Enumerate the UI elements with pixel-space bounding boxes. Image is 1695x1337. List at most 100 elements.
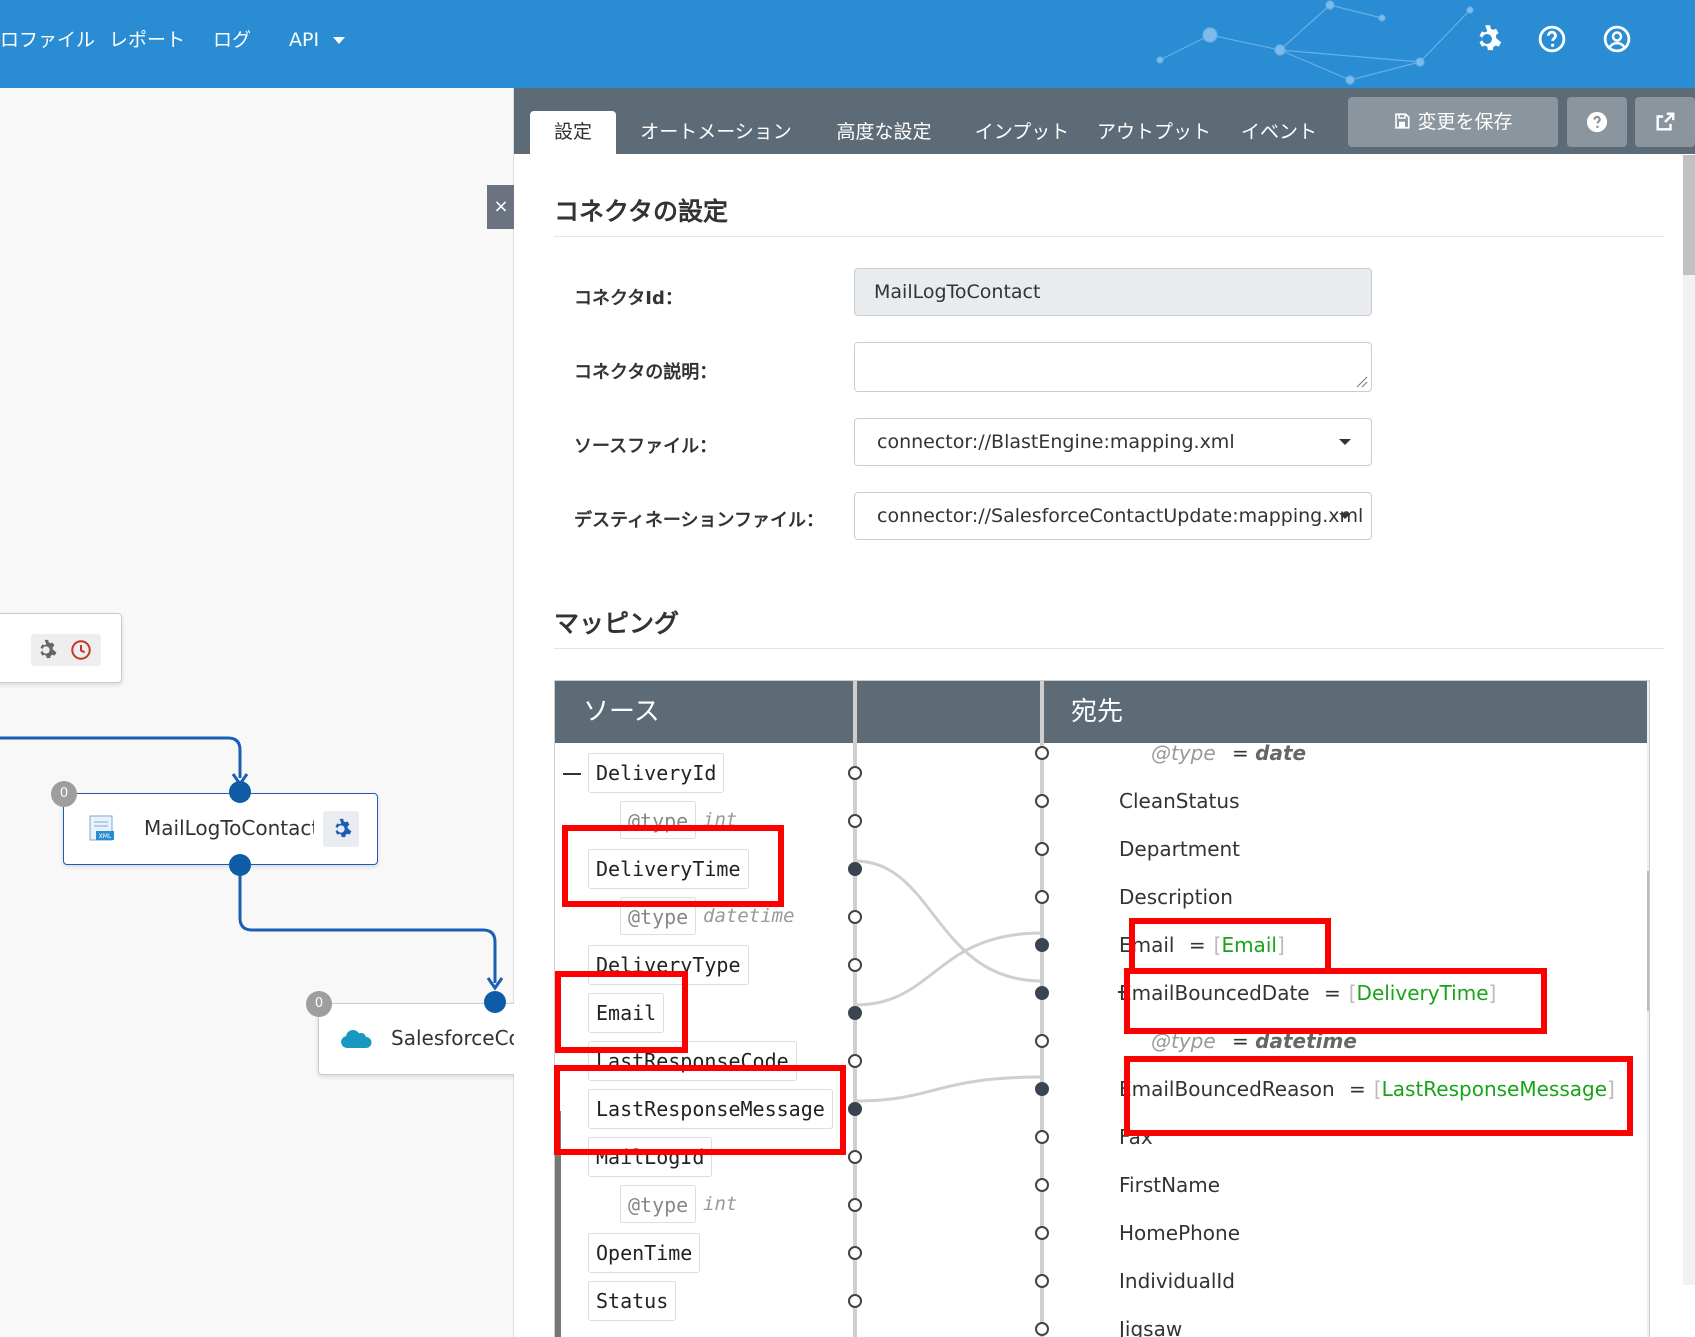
tab-automation[interactable]: オートメーション bbox=[636, 111, 796, 154]
tab-input[interactable]: インプット bbox=[970, 111, 1074, 154]
flow-node-maillogtocontact[interactable]: XML MailLogToContact bbox=[63, 793, 378, 865]
help-button[interactable] bbox=[1567, 97, 1627, 147]
source-file-select[interactable]: connector://BlastEngine:mapping.xml bbox=[854, 418, 1372, 466]
destination-file-label: デスティネーションファイル： bbox=[574, 510, 825, 531]
mapping-heading: マッピング bbox=[554, 609, 680, 638]
destination-file-select[interactable]: connector://SalesforceContactUpdate:mapp… bbox=[854, 492, 1372, 540]
source-port[interactable] bbox=[848, 1054, 862, 1068]
dest-port[interactable] bbox=[1035, 938, 1049, 952]
connector-id-field[interactable]: MailLogToContact bbox=[854, 268, 1372, 316]
flow-node-partial[interactable] bbox=[0, 613, 122, 683]
mapping-scrollbar-thumb[interactable] bbox=[1647, 871, 1649, 1011]
dest-port[interactable] bbox=[1035, 1034, 1049, 1048]
node-badge: 0 bbox=[51, 781, 77, 807]
node-badge: 0 bbox=[306, 991, 332, 1017]
help-icon[interactable] bbox=[1537, 24, 1567, 54]
dest-node-firstname[interactable]: FirstName bbox=[1119, 1173, 1220, 1197]
source-port[interactable] bbox=[848, 814, 862, 828]
highlight-box bbox=[562, 825, 784, 907]
source-port[interactable] bbox=[848, 1006, 862, 1020]
dest-port[interactable] bbox=[1035, 1082, 1049, 1096]
node-settings-button[interactable] bbox=[323, 811, 359, 847]
external-link-icon bbox=[1656, 112, 1675, 131]
source-type-attr[interactable]: @type bbox=[620, 1185, 697, 1223]
source-port[interactable] bbox=[848, 766, 862, 780]
source-node-deliveryid[interactable]: DeliveryId bbox=[588, 753, 725, 793]
highlight-box bbox=[1124, 968, 1547, 1034]
dest-port[interactable] bbox=[1035, 1226, 1049, 1240]
help-icon bbox=[1586, 111, 1608, 133]
chevron-down-icon bbox=[1339, 513, 1351, 519]
dest-port[interactable] bbox=[1035, 1274, 1049, 1288]
source-type-value: int bbox=[703, 1193, 738, 1215]
source-port[interactable] bbox=[848, 1102, 862, 1116]
input-port[interactable] bbox=[484, 991, 506, 1013]
source-type-value: datetime bbox=[703, 905, 795, 927]
tab-events[interactable]: イベント bbox=[1234, 111, 1324, 154]
source-port[interactable] bbox=[848, 958, 862, 972]
dest-node-cleanstatus[interactable]: CleanStatus bbox=[1119, 789, 1240, 813]
tab-settings[interactable]: 設定 bbox=[530, 111, 616, 154]
source-port[interactable] bbox=[848, 910, 862, 924]
resize-handle-icon[interactable] bbox=[1356, 376, 1368, 388]
nav-log[interactable]: ログ bbox=[213, 0, 251, 88]
save-button[interactable]: 変更を保存 bbox=[1348, 97, 1558, 147]
highlight-box bbox=[1129, 918, 1331, 974]
nav-profile[interactable]: ロファイル bbox=[0, 0, 95, 88]
input-port[interactable] bbox=[229, 781, 251, 803]
gear-icon[interactable] bbox=[1472, 24, 1502, 54]
tab-output[interactable]: アウトプット bbox=[1094, 111, 1214, 154]
dest-node-department[interactable]: Department bbox=[1119, 837, 1240, 861]
dest-port[interactable] bbox=[1035, 1178, 1049, 1192]
highlight-box bbox=[554, 1065, 846, 1155]
flow-node-salesforce[interactable]: SalesforceCo... bbox=[318, 1003, 528, 1075]
nav-api[interactable]: API bbox=[289, 0, 346, 88]
page-scrollbar-thumb[interactable] bbox=[1683, 155, 1695, 275]
open-external-button[interactable] bbox=[1635, 97, 1695, 147]
description-label: コネクタの説明： bbox=[574, 362, 718, 383]
dest-port[interactable] bbox=[1035, 746, 1049, 760]
dest-port[interactable] bbox=[1035, 890, 1049, 904]
dest-port[interactable] bbox=[1035, 842, 1049, 856]
clock-icon[interactable] bbox=[70, 639, 92, 661]
dest-node-description[interactable]: Description bbox=[1119, 885, 1233, 909]
collapse-icon[interactable] bbox=[563, 773, 581, 775]
divider bbox=[554, 648, 1664, 649]
source-port[interactable] bbox=[848, 1246, 862, 1260]
top-navbar: ロファイル レポート ログ API bbox=[0, 0, 1695, 88]
highlight-box bbox=[555, 971, 688, 1053]
description-textarea[interactable] bbox=[854, 342, 1372, 392]
dest-node-jigsaw[interactable]: Jigsaw bbox=[1119, 1317, 1182, 1337]
output-port[interactable] bbox=[229, 854, 251, 876]
divider bbox=[554, 236, 1664, 237]
tab-bar: 設定 オートメーション 高度な設定 インプット アウトプット イベント 変更を保… bbox=[514, 88, 1695, 154]
close-panel-button[interactable]: × bbox=[487, 185, 515, 229]
nav-report[interactable]: レポート bbox=[109, 0, 185, 88]
dest-node-homephone[interactable]: HomePhone bbox=[1119, 1221, 1240, 1245]
save-icon bbox=[1395, 112, 1411, 129]
highlight-box bbox=[1124, 1056, 1633, 1136]
source-port[interactable] bbox=[848, 1150, 862, 1164]
equals-sign: = bbox=[1232, 741, 1249, 765]
source-port[interactable] bbox=[848, 1294, 862, 1308]
dest-port[interactable] bbox=[1035, 1322, 1049, 1336]
tab-advanced[interactable]: 高度な設定 bbox=[814, 111, 954, 154]
svg-text:XML: XML bbox=[99, 833, 112, 840]
dest-port[interactable] bbox=[1035, 986, 1049, 1000]
source-node-opentime[interactable]: OpenTime bbox=[588, 1233, 701, 1273]
source-node-status[interactable]: Status bbox=[588, 1281, 677, 1321]
dest-port[interactable] bbox=[1035, 794, 1049, 808]
source-port[interactable] bbox=[848, 1198, 862, 1212]
type-value: date bbox=[1255, 741, 1307, 765]
settings-heading: コネクタの設定 bbox=[554, 197, 729, 226]
chevron-down-icon bbox=[333, 37, 346, 44]
save-label: 変更を保存 bbox=[1417, 111, 1513, 133]
gear-icon[interactable] bbox=[35, 639, 57, 661]
chevron-down-icon bbox=[1339, 439, 1351, 445]
user-icon[interactable] bbox=[1602, 24, 1632, 54]
page-scrollbar[interactable] bbox=[1683, 155, 1695, 1285]
source-port[interactable] bbox=[848, 862, 862, 876]
dest-node-individualid[interactable]: IndividualId bbox=[1119, 1269, 1235, 1293]
dest-port[interactable] bbox=[1035, 1130, 1049, 1144]
flow-canvas[interactable]: XML MailLogToContact 0 SalesforceCo... 0 bbox=[0, 88, 528, 1337]
